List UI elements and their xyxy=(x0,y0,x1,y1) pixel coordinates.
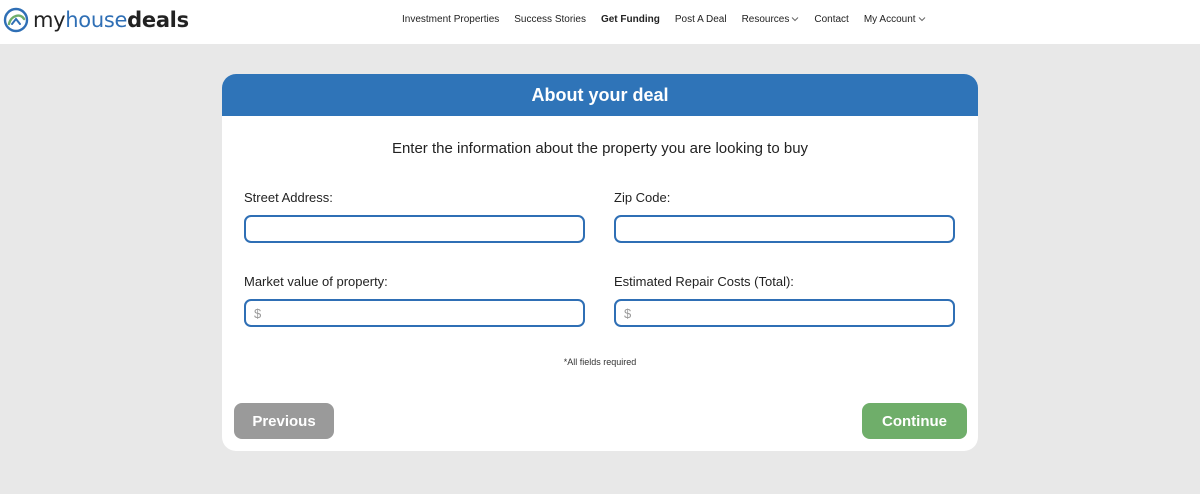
dollar-prefix: $ xyxy=(624,305,632,321)
chevron-down-icon xyxy=(918,17,925,22)
logo-wordmark: myhousedeals xyxy=(33,7,189,32)
zip-code-label: Zip Code: xyxy=(614,190,671,205)
main-nav: Investment Properties Success Stories Ge… xyxy=(402,0,941,38)
market-value-field-box: $ xyxy=(244,299,585,327)
nav-my-account[interactable]: My Account xyxy=(864,14,926,25)
street-address-input[interactable] xyxy=(254,217,583,241)
nav-contact[interactable]: Contact xyxy=(814,14,848,25)
form-subtitle: Enter the information about the property… xyxy=(391,140,809,157)
nav-my-account-label: My Account xyxy=(863,13,916,25)
logo-text-deals: deals xyxy=(127,7,189,32)
nav-success-stories[interactable]: Success Stories xyxy=(514,14,586,25)
required-fields-note: *All fields required xyxy=(563,357,637,367)
nav-resources[interactable]: Resources xyxy=(742,14,800,25)
market-value-label: Market value of property: xyxy=(244,274,388,289)
previous-button[interactable]: Previous xyxy=(234,403,334,439)
nav-resources-label: Resources xyxy=(741,13,790,25)
nav-investment-properties[interactable]: Investment Properties xyxy=(402,14,499,25)
street-address-field-box xyxy=(244,215,585,243)
deal-form-card: About your deal Enter the information ab… xyxy=(222,74,978,451)
logo-text-my: my xyxy=(33,7,66,32)
form-title: About your deal xyxy=(531,84,669,105)
market-value-input[interactable] xyxy=(265,301,583,325)
repair-costs-label: Estimated Repair Costs (Total): xyxy=(614,274,794,289)
repair-costs-input[interactable] xyxy=(635,301,953,325)
zip-code-input[interactable] xyxy=(624,217,953,241)
house-circle-logo-icon xyxy=(3,7,29,33)
nav-post-a-deal[interactable]: Post A Deal xyxy=(675,14,727,25)
repair-costs-field-box: $ xyxy=(614,299,955,327)
nav-get-funding[interactable]: Get Funding xyxy=(601,14,660,25)
site-logo[interactable]: myhousedeals xyxy=(3,6,189,34)
top-navigation-bar: myhousedeals Investment Properties Succe… xyxy=(0,0,1200,44)
chevron-down-icon xyxy=(792,17,799,22)
card-header: About your deal xyxy=(222,74,978,116)
zip-code-field-box xyxy=(614,215,955,243)
logo-text-house: house xyxy=(65,7,128,32)
dollar-prefix: $ xyxy=(254,305,262,321)
street-address-label: Street Address: xyxy=(244,190,333,205)
continue-button[interactable]: Continue xyxy=(862,403,967,439)
